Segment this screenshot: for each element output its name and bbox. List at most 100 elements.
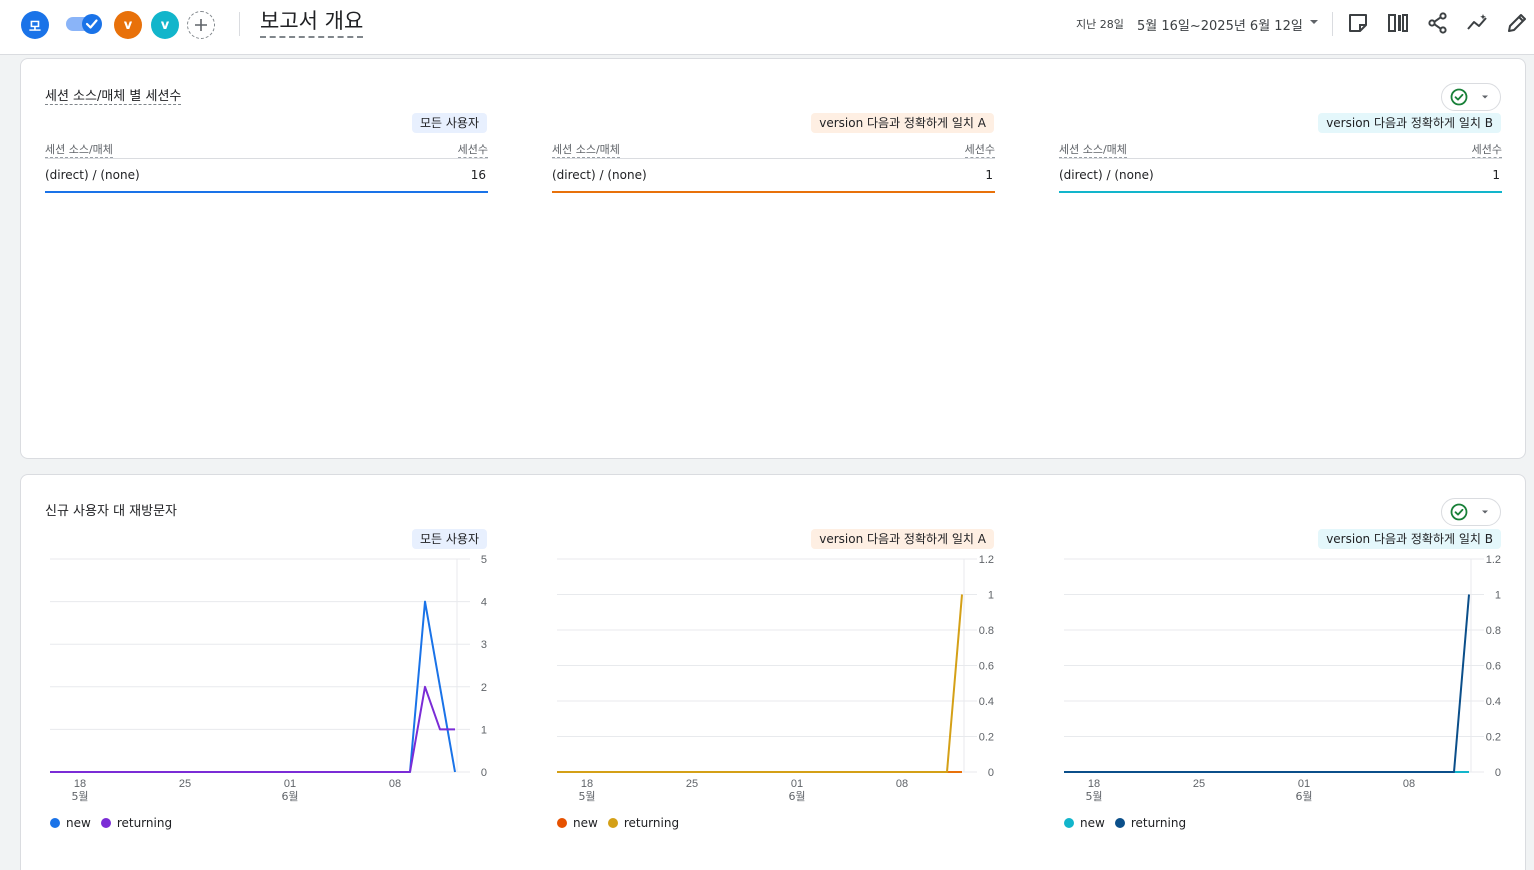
- y-tick-label: 0.4: [979, 696, 994, 708]
- legend-item-new[interactable]: new: [1064, 816, 1105, 830]
- legend-label: new: [66, 816, 91, 830]
- chevron-down-icon: [1482, 95, 1488, 99]
- column-header-sessions[interactable]: 세션수: [1471, 141, 1502, 158]
- x-tick-label: 01: [791, 778, 803, 790]
- sessions-by-source-card: 세션 소스/매체 별 세션수 모든 사용자 세션 소스/매체 세션수 (dire…: [20, 58, 1526, 459]
- y-tick-label: 3: [481, 639, 487, 651]
- y-tick-label: 0: [481, 767, 487, 779]
- sessions-card-title[interactable]: 세션 소스/매체 별 세션수: [45, 85, 182, 105]
- y-tick-label: 1.2: [1486, 555, 1501, 566]
- table-header: 세션 소스/매체 세션수: [45, 137, 488, 159]
- x-month-label: 6월: [788, 790, 805, 803]
- x-tick-label: 01: [1298, 778, 1310, 790]
- chart-all-users[interactable]: 012345185월25 016월08: [45, 555, 495, 805]
- x-tick-label: 25: [686, 778, 698, 790]
- chart-version-b[interactable]: 0 0.2 0.4 0.6 0.8 1 1.2 185월 25 016월 08: [1059, 555, 1509, 805]
- row-sessions-value: 1: [1492, 168, 1500, 182]
- compare-columns-icon[interactable]: [1387, 12, 1409, 34]
- x-month-label: 5월: [71, 790, 88, 803]
- header-divider: [239, 12, 240, 36]
- legend-dot: [607, 818, 618, 828]
- table-header: 세션 소스/매체 세션수: [552, 137, 995, 159]
- legend-dot: [100, 818, 111, 828]
- legend-item-new[interactable]: new: [557, 816, 598, 830]
- legend-label: returning: [1130, 816, 1187, 830]
- add-comparison-button[interactable]: [187, 11, 215, 39]
- x-tick-label: 18: [74, 778, 86, 790]
- chart-version-a[interactable]: 0 0.2 0.4 0.6 0.8 1 1.2 185월 25 016월 08: [552, 555, 1002, 805]
- segment-chip-version-a: version 다음과 정확하게 일치 A: [811, 113, 994, 133]
- segment-avatar-b[interactable]: v: [151, 11, 179, 39]
- avatar-b-label: v: [160, 17, 170, 33]
- insights-icon[interactable]: [1467, 12, 1489, 34]
- x-month-label: 5월: [1085, 790, 1102, 803]
- legend-item-new[interactable]: new: [50, 816, 91, 830]
- new-vs-returning-card: 신규 사용자 대 재방문자 모든 사용자 version 다음과 정확하게 일치…: [20, 474, 1526, 870]
- column-header-source[interactable]: 세션 소스/매체: [552, 141, 620, 158]
- row-source-label: (direct) / (none): [552, 168, 647, 182]
- legend-label: returning: [623, 816, 680, 830]
- legend-label: new: [573, 816, 598, 830]
- table-row[interactable]: (direct) / (none) 1: [552, 159, 995, 193]
- table-row[interactable]: (direct) / (none) 16: [45, 159, 488, 193]
- row-value-bar: [552, 191, 995, 193]
- check-circle-icon: [1450, 503, 1468, 521]
- avatar-main-label: 모: [29, 19, 41, 35]
- table-header: 세션 소스/매체 세션수: [1059, 137, 1502, 159]
- column-header-sessions[interactable]: 세션수: [457, 141, 488, 158]
- y-tick-label: 0: [1495, 767, 1501, 779]
- page-title[interactable]: 보고서 개요: [260, 8, 364, 38]
- legend-item-returning[interactable]: returning: [1114, 816, 1187, 830]
- segment-chip-version-a: version 다음과 정확하게 일치 A: [811, 529, 994, 549]
- segment-avatar-a[interactable]: v: [114, 11, 142, 39]
- x-tick-label: 18: [1088, 778, 1100, 790]
- row-source-label: (direct) / (none): [1059, 168, 1154, 182]
- column-header-source[interactable]: 세션 소스/매체: [45, 141, 113, 158]
- legend-item-returning[interactable]: returning: [100, 816, 173, 830]
- y-tick-label: 4: [481, 597, 487, 609]
- x-tick-label: 25: [179, 778, 191, 790]
- legend-label: returning: [116, 816, 173, 830]
- series-line-returning[interactable]: [557, 594, 963, 773]
- report-header: 모 v v 보고서 개요 지난 28일 5월 16일~2025년 6월 12일: [0, 0, 1534, 55]
- legend-version-a: new returning: [557, 816, 689, 830]
- table-row[interactable]: (direct) / (none) 1: [1059, 159, 1502, 193]
- row-value-bar: [45, 191, 488, 193]
- y-tick-label: 0: [988, 767, 994, 779]
- series-line-returning[interactable]: [1064, 594, 1470, 773]
- header-divider-2: [1332, 12, 1333, 36]
- segment-chip-all-users: 모든 사용자: [411, 529, 487, 549]
- plus-icon: [195, 19, 207, 31]
- sessions-compare-dropdown[interactable]: [1441, 83, 1501, 111]
- pencil-icon[interactable]: [1506, 12, 1528, 34]
- legend-dot: [557, 818, 567, 828]
- chevron-down-icon: [1482, 510, 1488, 514]
- y-tick-label: 2: [481, 682, 487, 694]
- segment-chip-version-b: version 다음과 정확하게 일치 B: [1318, 113, 1501, 133]
- date-range-value[interactable]: 5월 16일~2025년 6월 12일: [1137, 15, 1303, 34]
- row-sessions-value: 1: [985, 168, 993, 182]
- legend-item-returning[interactable]: returning: [607, 816, 680, 830]
- edit-note-icon[interactable]: [1347, 12, 1369, 34]
- segment-chip-all-users: 모든 사용자: [411, 113, 487, 133]
- comparison-toggle[interactable]: [64, 12, 104, 36]
- column-header-source[interactable]: 세션 소스/매체: [1059, 141, 1127, 158]
- x-tick-label: 25: [1193, 778, 1205, 790]
- y-tick-label: 0.4: [1486, 696, 1501, 708]
- y-tick-label: 0.2: [979, 732, 994, 744]
- legend-all-users: new returning: [50, 816, 182, 830]
- check-circle-icon: [1450, 88, 1468, 106]
- y-tick-label: 0.2: [1486, 732, 1501, 744]
- legend-label: new: [1080, 816, 1105, 830]
- y-tick-label: 5: [481, 555, 487, 566]
- legend-version-b: new returning: [1064, 816, 1196, 830]
- x-tick-label: 08: [896, 778, 908, 790]
- legend-dot: [1064, 818, 1074, 828]
- chevron-down-icon[interactable]: [1306, 14, 1322, 30]
- users-compare-dropdown[interactable]: [1441, 498, 1501, 526]
- segment-avatar-main[interactable]: 모: [21, 11, 49, 39]
- column-header-sessions[interactable]: 세션수: [964, 141, 995, 158]
- y-tick-label: 0.6: [1486, 661, 1501, 673]
- row-value-bar: [1059, 191, 1502, 193]
- share-icon[interactable]: [1427, 12, 1449, 34]
